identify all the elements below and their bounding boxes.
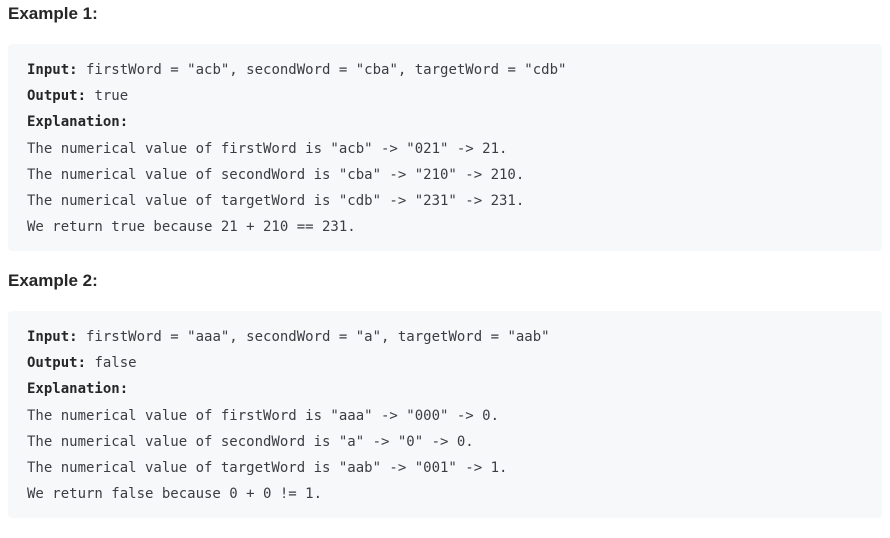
example-2-explanation-label-line: Explanation: — [27, 376, 863, 402]
input-label: Input: — [27, 62, 78, 78]
problem-examples: Example 1: Input: firstWord = "acb", sec… — [0, 0, 890, 538]
example-2-codebox: Input: firstWord = "aaa", secondWord = "… — [8, 311, 882, 518]
example-2-output-line: Output: false — [27, 350, 863, 376]
explanation-line: The numerical value of firstWord is "acb… — [27, 140, 508, 157]
example-1-codebox: Input: firstWord = "acb", secondWord = "… — [8, 44, 882, 251]
explanation-label: Explanation: — [27, 381, 129, 398]
input-value: firstWord = "acb", secondWord = "cba", t… — [77, 62, 567, 78]
example-1-explanation-label-line: Explanation: — [27, 109, 863, 135]
explanation-line: We return false because 0 + 0 != 1. — [27, 486, 323, 503]
input-value: firstWord = "aaa", secondWord = "a", tar… — [77, 329, 550, 345]
explanation-line: The numerical value of secondWord is "cb… — [27, 166, 525, 183]
output-label: Output: — [27, 355, 87, 372]
output-label: Output: — [27, 88, 87, 105]
example-1-title: Example 1: — [8, 4, 98, 23]
example-1-output-line: Output: true — [27, 83, 863, 109]
explanation-line: The numerical value of targetWord is "cd… — [27, 192, 525, 209]
example-2-title: Example 2: — [8, 271, 98, 290]
explanation-line: The numerical value of targetWord is "aa… — [27, 459, 508, 476]
example-2-input-line: Input: firstWord = "aaa", secondWord = "… — [27, 324, 863, 350]
input-label: Input: — [27, 329, 78, 345]
explanation-line: The numerical value of secondWord is "a"… — [27, 433, 474, 450]
explanation-line: We return true because 21 + 210 == 231. — [27, 219, 356, 236]
output-value: false — [86, 355, 137, 372]
explanation-line: The numerical value of firstWord is "aaa… — [27, 407, 500, 424]
output-value: true — [86, 88, 129, 105]
example-1-input-line: Input: firstWord = "acb", secondWord = "… — [27, 57, 863, 83]
explanation-label: Explanation: — [27, 114, 129, 131]
